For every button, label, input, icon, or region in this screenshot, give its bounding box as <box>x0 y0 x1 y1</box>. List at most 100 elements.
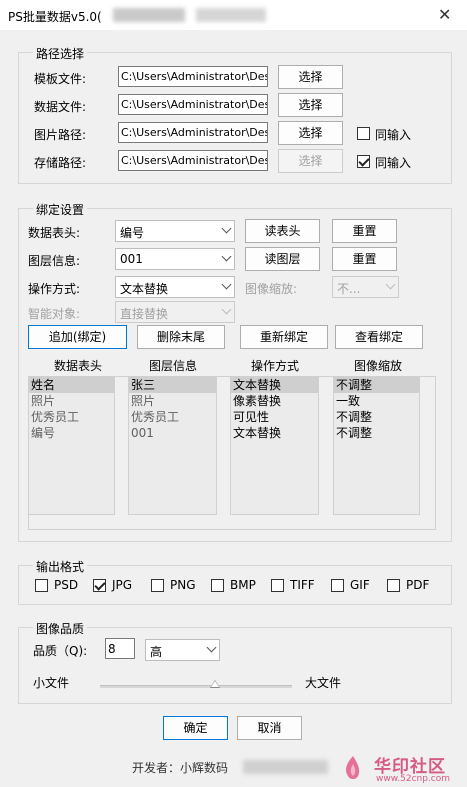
list-item[interactable]: 照片 <box>129 393 216 409</box>
operation-list[interactable]: 文本替换 像素替换 可见性 文本替换 <box>230 376 319 515</box>
watermark-url: www.52cnp.com <box>376 774 451 784</box>
list-item[interactable]: 编号 <box>29 425 114 441</box>
read-header-button[interactable]: 读表头 <box>245 219 320 243</box>
format-tiff-label: TIFF <box>290 578 315 592</box>
data-file-field[interactable]: C:\Users\Administrator\Des <box>118 94 268 115</box>
close-icon[interactable]: ✕ <box>438 5 451 24</box>
bind-group-title: 绑定设置 <box>33 201 88 218</box>
image-path-select-button[interactable]: 选择 <box>278 121 343 145</box>
reset-layer-button[interactable]: 重置 <box>332 247 397 271</box>
chevron-down-icon <box>221 279 232 290</box>
image-path-same-as-input-checkbox[interactable] <box>357 127 370 140</box>
layer-info-list[interactable]: 张三 照片 优秀员工 001 <box>128 376 217 515</box>
list-item[interactable]: 像素替换 <box>231 393 318 409</box>
format-gif-checkbox[interactable] <box>331 579 344 592</box>
format-jpg-checkbox[interactable] <box>93 579 106 592</box>
quality-level-combo[interactable]: 高 <box>145 639 220 661</box>
template-file-label: 模板文件: <box>34 72 87 86</box>
chevron-down-icon <box>206 642 217 653</box>
quality-level-value: 高 <box>150 645 163 659</box>
list-item[interactable]: 不调整 <box>334 425 419 441</box>
developer-label: 开发者：小辉数码 <box>132 761 229 775</box>
format-jpg-label: JPG <box>112 578 133 592</box>
chevron-down-icon <box>221 251 232 262</box>
image-path-same-as-input-label: 同输入 <box>375 128 412 142</box>
cancel-button[interactable]: 取消 <box>237 716 302 740</box>
chevron-down-icon <box>221 223 232 234</box>
reset-header-button[interactable]: 重置 <box>332 219 397 243</box>
data-header-label: 数据表头: <box>28 226 81 240</box>
chevron-down-icon <box>385 279 396 290</box>
output-format-title: 输出格式 <box>33 558 88 575</box>
data-file-select-button[interactable]: 选择 <box>278 93 343 117</box>
column-header-layer: 图层信息 <box>148 359 197 373</box>
quality-slider-thumb[interactable] <box>210 680 221 688</box>
data-file-label: 数据文件: <box>34 100 87 114</box>
list-item[interactable]: 姓名 <box>29 377 114 393</box>
column-header-data: 数据表头 <box>53 359 102 373</box>
format-png-checkbox[interactable] <box>151 579 164 592</box>
column-header-operation: 操作方式 <box>250 359 299 373</box>
image-scale-label: 图像缩放: <box>245 282 298 296</box>
quality-label: 品质（Q): <box>33 644 88 658</box>
save-path-same-as-input-label: 同输入 <box>375 156 412 170</box>
add-bind-button[interactable]: 追加(绑定) <box>28 325 127 349</box>
list-item[interactable]: 文本替换 <box>231 425 318 441</box>
list-item[interactable]: 优秀员工 <box>29 409 114 425</box>
blurred-title-part-2 <box>196 8 266 22</box>
image-scale-list[interactable]: 不调整 一致 不调整 不调整 <box>333 376 420 515</box>
list-item[interactable]: 可见性 <box>231 409 318 425</box>
data-header-list[interactable]: 姓名 照片 优秀员工 编号 <box>28 376 115 515</box>
format-bmp-checkbox[interactable] <box>211 579 224 592</box>
layer-info-value: 001 <box>120 252 143 266</box>
view-bind-button[interactable]: 查看绑定 <box>335 325 423 349</box>
quality-input[interactable]: 8 <box>105 638 135 659</box>
template-file-field[interactable]: C:\Users\Administrator\Des <box>118 66 268 87</box>
chevron-down-icon <box>221 304 232 315</box>
format-tiff-checkbox[interactable] <box>271 579 284 592</box>
operation-label: 操作方式: <box>28 282 81 296</box>
save-path-select-button[interactable]: 选择 <box>278 149 343 173</box>
save-path-label: 存储路径: <box>34 156 87 170</box>
image-scale-combo[interactable]: 不... <box>332 276 399 298</box>
watermark-logo: 华印社区 www.52cnp.com <box>338 752 467 787</box>
quality-slider-track[interactable] <box>100 685 292 688</box>
window-title: PS批量数据v5.0( <box>8 10 102 24</box>
data-header-combo[interactable]: 编号 <box>115 220 235 242</box>
list-item[interactable]: 不调整 <box>334 409 419 425</box>
layer-info-label: 图层信息: <box>28 254 81 268</box>
operation-combo[interactable]: 文本替换 <box>115 276 235 298</box>
read-layer-button[interactable]: 读图层 <box>245 247 320 271</box>
list-item[interactable]: 001 <box>129 425 216 441</box>
layer-info-combo[interactable]: 001 <box>115 248 235 270</box>
list-item[interactable]: 文本替换 <box>231 377 318 393</box>
large-file-label: 大文件 <box>305 676 342 690</box>
list-item[interactable]: 一致 <box>334 393 419 409</box>
blurred-contact <box>243 760 328 774</box>
blurred-title-part <box>113 8 185 22</box>
operation-value: 文本替换 <box>120 282 169 296</box>
format-psd-checkbox[interactable] <box>35 579 48 592</box>
image-scale-value: 不... <box>337 282 361 296</box>
list-item[interactable]: 张三 <box>129 377 216 393</box>
quality-group-title: 图像品质 <box>33 620 88 637</box>
column-header-scale: 图像缩放 <box>353 359 402 373</box>
format-png-label: PNG <box>170 578 196 592</box>
smart-object-combo[interactable]: 直接替换 <box>115 301 235 323</box>
format-pdf-label: PDF <box>406 578 430 592</box>
ok-button[interactable]: 确定 <box>163 716 228 740</box>
format-pdf-checkbox[interactable] <box>387 579 400 592</box>
smart-object-label: 智能对象: <box>28 307 81 321</box>
image-path-field[interactable]: C:\Users\Administrator\Des <box>118 122 268 143</box>
list-item[interactable]: 照片 <box>29 393 114 409</box>
list-item[interactable]: 优秀员工 <box>129 409 216 425</box>
smart-object-value: 直接替换 <box>120 307 169 321</box>
save-path-field[interactable]: C:\Users\Administrator\Des <box>118 150 268 171</box>
small-file-label: 小文件 <box>33 676 70 690</box>
list-item[interactable]: 不调整 <box>334 377 419 393</box>
delete-tail-button[interactable]: 删除末尾 <box>137 325 225 349</box>
template-file-select-button[interactable]: 选择 <box>278 65 343 89</box>
rebind-button[interactable]: 重新绑定 <box>240 325 328 349</box>
save-path-same-as-input-checkbox[interactable] <box>357 155 370 168</box>
format-gif-label: GIF <box>350 578 370 592</box>
